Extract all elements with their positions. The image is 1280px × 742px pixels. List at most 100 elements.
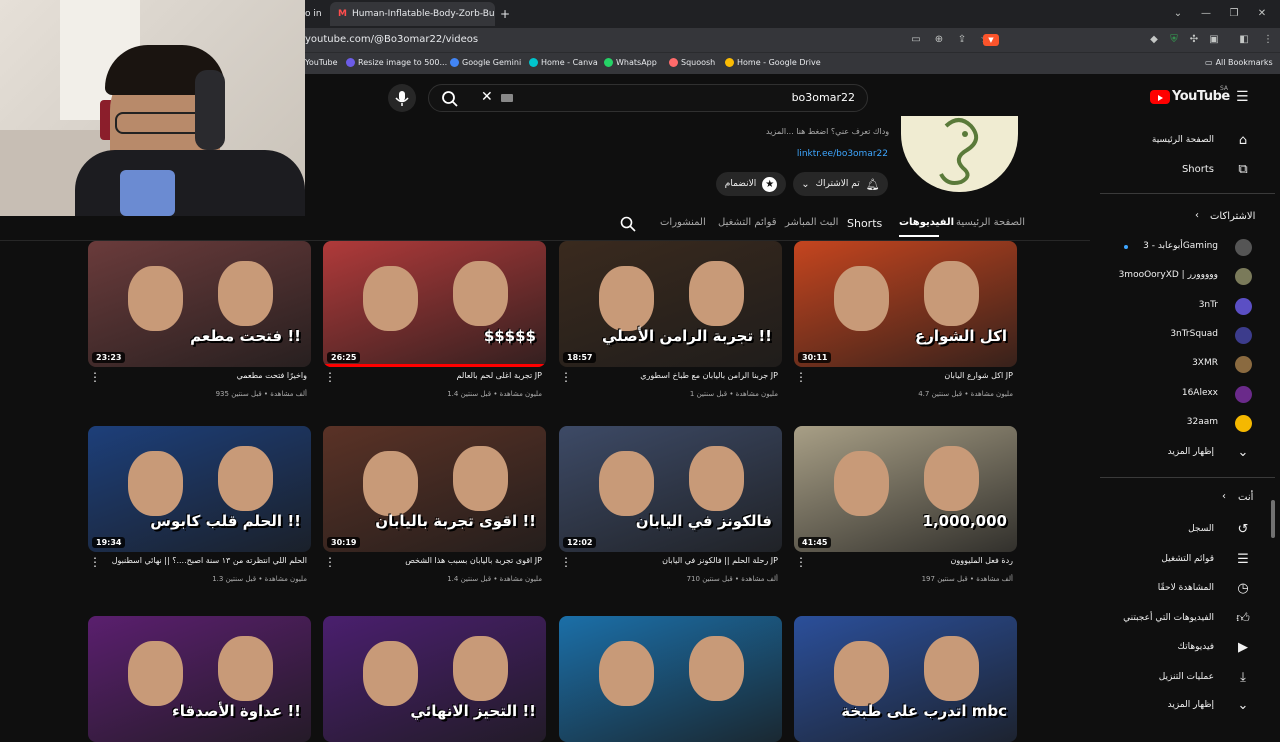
you-title[interactable]: أنت (1238, 492, 1253, 503)
video-thumbnail[interactable]: عداوة الأصدقاء !! (88, 616, 311, 742)
video-title[interactable]: جربنا الرامن باليابان مع طباخ اسطوري JP (578, 371, 778, 380)
search-input[interactable]: bo3omar22 (792, 91, 855, 104)
menu-hamburger-icon[interactable]: ☰ (1236, 89, 1249, 105)
share-icon[interactable]: ⇪ (956, 34, 968, 46)
channel-search-icon[interactable] (620, 216, 636, 232)
search-icon[interactable] (441, 90, 459, 108)
sidebar-item-you[interactable]: الفيديوهات التي أعجبتني (1123, 613, 1214, 623)
new-tab-button[interactable]: + (500, 2, 510, 26)
watch-later-icon[interactable]: ◷ (1234, 581, 1252, 597)
sidebar-subscription[interactable]: 3mooOoryXD | ووووورر (1119, 270, 1218, 280)
channel-description[interactable]: وداك تعرف عني؟ اضغط هنا ...المزيد (766, 127, 889, 136)
window-close-icon[interactable]: ✕ (1256, 8, 1268, 20)
bookmark-canva[interactable]: Home - Canva (529, 58, 598, 67)
bookmark-youtube[interactable]: YouTube (305, 58, 338, 67)
more-actions-icon[interactable]: ⋮ (89, 556, 101, 568)
url-field[interactable]: youtube.com/@Bo3omar22/videos (305, 34, 478, 45)
bookmark-resize[interactable]: Resize image to 500... (346, 58, 447, 67)
channel-avatar-icon[interactable] (1235, 239, 1252, 256)
sidebar-subscription[interactable]: 3XMR (1192, 358, 1218, 368)
chevron-down-icon[interactable]: ⌄ (1234, 698, 1252, 714)
channel-avatar-icon[interactable] (1235, 297, 1252, 315)
more-actions-icon[interactable]: ⋮ (560, 556, 572, 568)
video-thumbnail[interactable]: التحيز الانهائي !! (323, 616, 546, 742)
sidebar-item-shorts[interactable]: Shorts (1182, 164, 1214, 175)
video-thumbnail[interactable]: اكل الشوارع 30:11 (794, 241, 1017, 367)
minimize-icon[interactable]: — (1200, 8, 1212, 20)
video-title[interactable]: الحلم اللي انتظرته من ١٣ سنة اصبح....؟ |… (107, 556, 307, 565)
channel-avatar-icon[interactable] (1235, 385, 1252, 403)
video-thumbnail[interactable]: فالكونز في اليابان 12:02 (559, 426, 782, 552)
video-thumbnail[interactable] (559, 616, 782, 742)
channel-avatar-icon[interactable] (1235, 268, 1252, 286)
sidebar-subscription[interactable]: 32aam (1187, 417, 1218, 427)
chevron-left-icon[interactable]: ‹ (1195, 210, 1199, 221)
video-title[interactable]: تجربة اغلى لحم بالعالم JP (342, 371, 543, 380)
sidebar-item-you[interactable]: السجل (1188, 524, 1214, 534)
channel-avatar-icon[interactable] (1235, 356, 1252, 374)
sidebar-subscription[interactable]: 3nTrSquad (1170, 329, 1218, 339)
extensions-icon[interactable]: ✣ (1188, 34, 1200, 46)
channel-link[interactable]: linktr.ee/bo3omar22 (788, 149, 888, 159)
sidebar-subscription[interactable]: 16Alexx (1182, 388, 1218, 398)
tab-live[interactable]: البث المباشر (785, 217, 838, 228)
video-title[interactable]: رحلة الحلم || فالكونز في اليابان JP (578, 556, 778, 565)
keyboard-icon[interactable] (501, 94, 513, 102)
more-actions-icon[interactable]: ⋮ (324, 556, 336, 568)
history-icon[interactable]: ↺ (1234, 522, 1252, 538)
video-thumbnail[interactable]: $$$$$ 26:25 (323, 241, 546, 367)
your-videos-icon[interactable]: ▶ (1234, 640, 1252, 656)
bookmark-whatsapp[interactable]: WhatsApp (604, 58, 657, 67)
bookmark-squoosh[interactable]: Squoosh (669, 58, 715, 67)
search-box[interactable]: ✕ bo3omar22 (428, 84, 868, 112)
sidebar-item-you[interactable]: المشاهدة لاحقًا (1158, 583, 1214, 593)
all-bookmarks[interactable]: ▭ All Bookmarks (1205, 58, 1273, 67)
extension-diamond-icon[interactable]: ◆ (1148, 34, 1160, 46)
tab-shorts[interactable]: Shorts (847, 217, 882, 230)
more-actions-icon[interactable]: ⋮ (324, 371, 336, 383)
maximize-icon[interactable]: ❐ (1228, 8, 1240, 20)
more-actions-icon[interactable]: ⋮ (89, 371, 101, 383)
video-title[interactable]: اقوى تجربة باليابان بسبب هذا الشخص JP (342, 556, 542, 565)
sidebar-item-you[interactable]: قوائم التشغيل (1161, 554, 1214, 564)
sidebar-subscription[interactable]: أبوعابد - 3Gaming (1143, 241, 1218, 251)
subscriptions-title[interactable]: الاشتراكات (1210, 211, 1255, 222)
tab-playlists[interactable]: قوائم التشغيل (718, 217, 777, 228)
video-thumbnail[interactable]: 1,000,000 41:45 (794, 426, 1017, 552)
browser-menu-icon[interactable]: ⋮ (1262, 34, 1274, 46)
channel-avatar-icon[interactable] (1235, 326, 1252, 344)
video-thumbnail[interactable]: فتحت مطعم !! 23:23 (88, 241, 311, 367)
more-actions-icon[interactable]: ⋮ (795, 371, 807, 383)
download-icon[interactable]: ⤓ (1234, 670, 1252, 686)
browser-tab[interactable]: o in (305, 2, 327, 26)
zoom-icon[interactable]: ⊕ (933, 34, 945, 46)
sidebar-item-you[interactable]: عمليات التنزيل (1159, 672, 1214, 682)
sidebar-panel-icon[interactable]: ◧ (1238, 34, 1250, 46)
extension-shield-icon[interactable]: ⛨ (1168, 34, 1180, 46)
home-icon[interactable]: ⌂ (1234, 133, 1252, 149)
show-more-you[interactable]: إظهار المزيد (1168, 700, 1214, 710)
chevron-down-icon[interactable]: ⌄ (1234, 445, 1252, 461)
extension-camera-icon[interactable]: ▣ (1208, 34, 1220, 46)
tab-posts[interactable]: المنشورات (660, 217, 706, 228)
chevron-left-icon[interactable]: ‹ (1222, 491, 1226, 502)
playlist-icon[interactable]: ☰ (1234, 552, 1252, 568)
show-more-subscriptions[interactable]: إظهار المزيد (1168, 447, 1214, 457)
shorts-icon[interactable]: ⧉ (1234, 162, 1252, 178)
sidebar-item-home[interactable]: الصفحة الرئيسية (1152, 135, 1214, 145)
video-thumbnail[interactable]: تجربة الرامن الأصلي !! 18:57 (559, 241, 782, 367)
video-title[interactable]: اكل شوارع اليابان JP (813, 371, 1013, 380)
like-icon[interactable]: 👍︎ (1234, 611, 1252, 627)
clear-search-icon[interactable]: ✕ (481, 89, 493, 105)
voice-search-button[interactable] (388, 84, 416, 112)
bookmark-gemini[interactable]: Google Gemini (450, 58, 521, 67)
join-button[interactable]: الانضمام ★ (716, 172, 786, 196)
more-actions-icon[interactable]: ⋮ (795, 556, 807, 568)
channel-avatar[interactable] (901, 116, 1018, 192)
bookmark-drive[interactable]: Home - Google Drive (725, 58, 821, 67)
more-actions-icon[interactable]: ⋮ (560, 371, 572, 383)
video-title[interactable]: ردة فعل المليووون (813, 556, 1013, 565)
browser-tab-active[interactable]: M Human-Inflatable-Body-Zorb-Bubble ✕ (330, 2, 495, 26)
subscribed-button[interactable]: ⌄ تم الاشتراك 🔔︎ (793, 172, 888, 196)
video-title[interactable]: واخيرًا فتحت مطعمي (107, 371, 307, 380)
